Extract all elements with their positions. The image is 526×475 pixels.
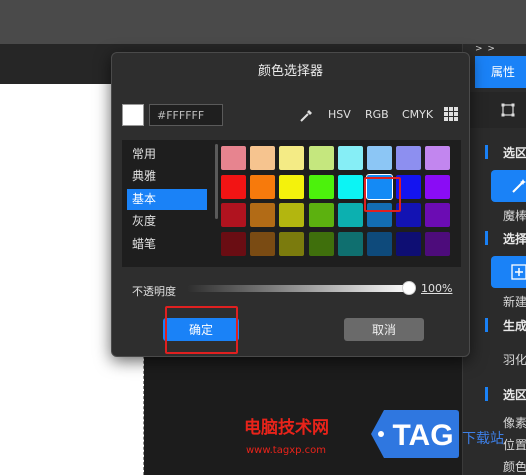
opacity-slider-thumb[interactable] xyxy=(402,281,416,295)
top-toolbar xyxy=(0,0,526,44)
watermark-url: www.tagxp.com xyxy=(246,445,326,456)
opacity-slider[interactable] xyxy=(187,285,413,292)
magic-wand-button[interactable] xyxy=(491,170,526,202)
color-swatch[interactable] xyxy=(279,232,305,257)
color-swatch[interactable] xyxy=(337,203,363,228)
hex-color-input[interactable] xyxy=(149,104,223,126)
color-swatch[interactable] xyxy=(425,232,451,257)
watermark-right-text: 下载站 xyxy=(462,431,504,447)
color-swatch[interactable] xyxy=(250,174,276,199)
section-marker xyxy=(485,387,488,401)
color-swatch[interactable] xyxy=(425,146,451,170)
position-label: 位置 xyxy=(503,438,526,452)
section-select-title: 选择 xyxy=(503,232,526,246)
color-swatch[interactable] xyxy=(250,232,276,257)
color-swatch[interactable] xyxy=(221,232,246,257)
eyedropper-icon[interactable] xyxy=(298,108,314,124)
tag-logo-text: TAG xyxy=(392,419,453,452)
selected-swatch-highlight xyxy=(364,177,401,212)
color-swatch[interactable] xyxy=(308,232,334,257)
opacity-label: 不透明度 xyxy=(132,285,176,298)
color-swatch[interactable] xyxy=(425,174,451,199)
transform-icon[interactable] xyxy=(501,103,515,117)
magic-wand-icon xyxy=(512,179,526,193)
color-swatch[interactable] xyxy=(308,203,334,228)
section-marker xyxy=(485,318,488,332)
magic-wand-label: 魔棒 xyxy=(503,209,526,223)
color-swatch[interactable] xyxy=(337,174,363,199)
color-swatch[interactable] xyxy=(279,203,305,228)
mode-rgb-button[interactable]: RGB xyxy=(365,108,389,121)
category-elegant[interactable]: 典雅 xyxy=(127,166,207,187)
color-swatch[interactable] xyxy=(396,232,422,257)
current-color-swatch[interactable] xyxy=(122,104,144,126)
grid-icon[interactable] xyxy=(444,107,458,121)
color-swatch[interactable] xyxy=(337,232,363,257)
color-swatch[interactable] xyxy=(279,146,305,170)
category-scrollbar[interactable] xyxy=(215,144,218,219)
category-basic[interactable]: 基本 xyxy=(127,189,207,210)
section-marker xyxy=(485,145,488,159)
mode-cmyk-button[interactable]: CMYK xyxy=(402,108,433,121)
dialog-title: 颜色选择器 xyxy=(257,64,323,79)
color-swatch[interactable] xyxy=(425,203,451,228)
panel-icon-row xyxy=(463,92,526,128)
mode-hsv-button[interactable]: HSV xyxy=(328,108,351,121)
palette-area: 常用 典雅 基本 灰度 蜡笔 xyxy=(122,140,461,267)
section-selection2-title: 选区 xyxy=(503,388,526,402)
pixel-label: 像素 xyxy=(503,416,526,430)
opacity-value[interactable]: 100% xyxy=(421,282,452,295)
color-swatch[interactable] xyxy=(221,146,246,170)
new-selection-button[interactable] xyxy=(491,256,526,288)
ok-button-highlight xyxy=(165,306,238,354)
category-crayon[interactable]: 蜡笔 xyxy=(127,234,207,255)
new-selection-label: 新建 xyxy=(503,295,526,309)
category-grayscale[interactable]: 灰度 xyxy=(127,211,207,232)
tab-properties[interactable]: 属性 xyxy=(475,56,526,88)
category-common[interactable]: 常用 xyxy=(127,144,207,165)
feather-label: 羽化 xyxy=(503,353,526,367)
color-swatch[interactable] xyxy=(308,174,334,199)
tag-logo: TAG xyxy=(371,410,459,458)
color-swatch[interactable] xyxy=(279,174,305,199)
color-swatch[interactable] xyxy=(221,174,246,199)
section-marker xyxy=(485,231,488,245)
section-selection-title: 选区 xyxy=(503,146,526,160)
color-swatch[interactable] xyxy=(337,146,363,170)
properties-panel: > > 属性 选区 魔棒 选择 新建 生成 羽化 选区 像素 位置 颜色 xyxy=(462,44,526,475)
plus-icon xyxy=(511,264,526,280)
color-swatch[interactable] xyxy=(250,203,276,228)
section-generate-title: 生成 xyxy=(503,319,526,333)
color-swatch[interactable] xyxy=(367,146,392,170)
panel-collapse-toggle[interactable]: > > xyxy=(475,44,496,54)
color-swatch[interactable] xyxy=(396,146,422,170)
color-swatch[interactable] xyxy=(308,146,334,170)
color-label: 颜色 xyxy=(503,460,526,474)
cancel-button[interactable]: 取消 xyxy=(344,318,424,341)
watermark-site-name: 电脑技术网 xyxy=(244,418,329,438)
color-swatch[interactable] xyxy=(221,203,246,228)
color-swatch[interactable] xyxy=(250,146,276,170)
color-swatch[interactable] xyxy=(367,232,392,257)
